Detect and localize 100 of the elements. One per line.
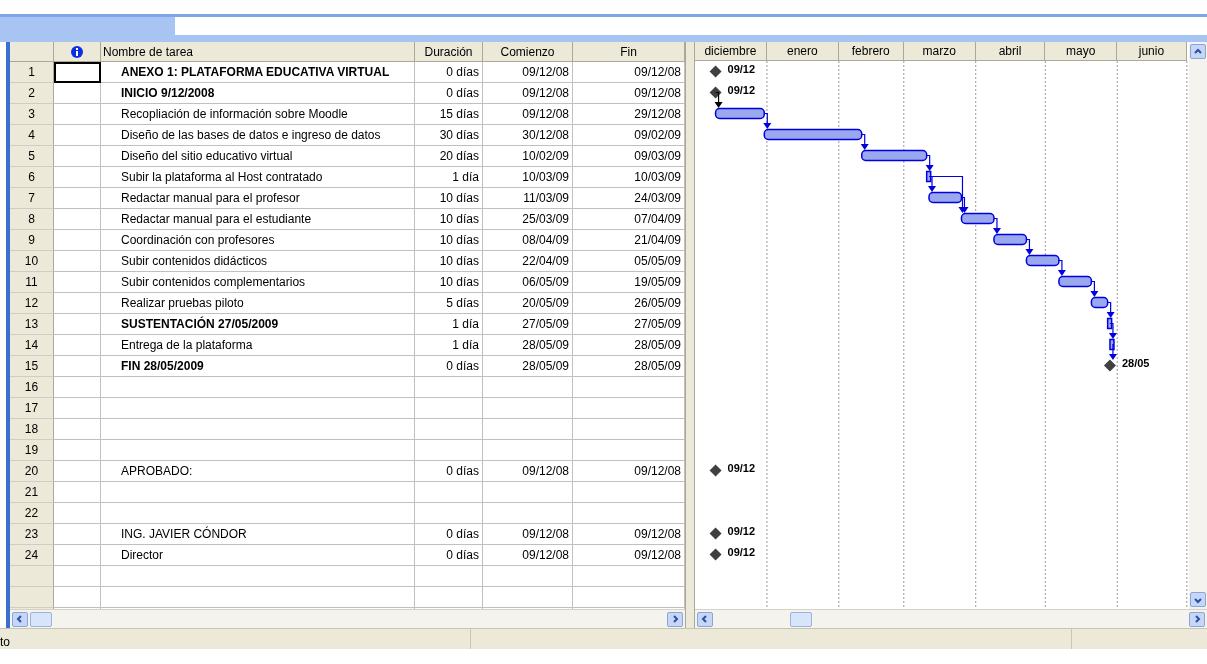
duration-cell: 1 día (415, 167, 483, 188)
empty-cell[interactable] (415, 503, 483, 524)
start-cell: 09/12/08 (483, 461, 573, 482)
row-number[interactable]: 22 (10, 503, 54, 524)
duration-cell: 5 días (415, 293, 483, 314)
empty-cell[interactable] (415, 587, 483, 608)
row-number[interactable]: 4 (10, 125, 54, 146)
row-number[interactable]: 1 (10, 62, 54, 83)
empty-cell[interactable] (483, 377, 573, 398)
column-header[interactable]: Fin (573, 42, 685, 62)
empty-cell[interactable] (415, 482, 483, 503)
column-header[interactable]: Duración (415, 42, 483, 62)
month-header: abril (975, 42, 1046, 62)
row-number[interactable]: 23 (10, 524, 54, 545)
row-number[interactable]: 9 (10, 230, 54, 251)
scroll-thumb[interactable] (30, 611, 52, 627)
row-number[interactable]: 13 (10, 314, 54, 335)
row-number[interactable]: 11 (10, 272, 54, 293)
start-cell: 28/05/09 (483, 335, 573, 356)
empty-cell[interactable] (101, 587, 415, 608)
empty-cell[interactable] (483, 419, 573, 440)
empty-cell[interactable] (483, 482, 573, 503)
scroll-down-button[interactable] (1190, 592, 1206, 607)
row-number[interactable]: 24 (10, 545, 54, 566)
empty-cell[interactable] (101, 482, 415, 503)
scroll-right-button[interactable] (667, 611, 683, 627)
milestone-icon (709, 527, 722, 540)
column-header[interactable]: Nombre de tarea (101, 42, 415, 62)
row-number[interactable]: 3 (10, 104, 54, 125)
task-name: ING. JAVIER CÓNDOR (101, 524, 415, 545)
scroll-right-button[interactable] (1189, 611, 1205, 627)
row-number[interactable]: 6 (10, 167, 54, 188)
empty-cell[interactable] (101, 440, 415, 461)
row-number[interactable]: 5 (10, 146, 54, 167)
task-bar (1106, 318, 1113, 330)
start-cell: 30/12/08 (483, 125, 573, 146)
start-cell: 28/05/09 (483, 356, 573, 377)
start-cell: 22/04/09 (483, 251, 573, 272)
status-text: to (0, 629, 471, 649)
duration-cell: 10 días (415, 251, 483, 272)
empty-cell[interactable] (483, 440, 573, 461)
row-number[interactable]: 2 (10, 83, 54, 104)
row-number[interactable]: 14 (10, 335, 54, 356)
duration-cell: 15 días (415, 104, 483, 125)
duration-cell: 1 día (415, 335, 483, 356)
empty-cell[interactable] (415, 440, 483, 461)
task-bar (1090, 297, 1109, 309)
task-bar (714, 108, 766, 120)
empty-cell[interactable] (101, 377, 415, 398)
column-header[interactable]: Comienzo (483, 42, 573, 62)
empty-cell[interactable] (101, 419, 415, 440)
start-cell: 09/12/08 (483, 62, 573, 83)
task-name: Realizar pruebas piloto (101, 293, 415, 314)
empty-cell[interactable] (101, 503, 415, 524)
empty-cell[interactable] (101, 398, 415, 419)
row-number[interactable]: 21 (10, 482, 54, 503)
row-number[interactable]: 20 (10, 461, 54, 482)
empty-cell[interactable] (101, 566, 415, 587)
row-number[interactable]: 16 (10, 377, 54, 398)
milestone-icon (709, 548, 722, 561)
start-cell: 25/03/09 (483, 209, 573, 230)
scroll-up-button[interactable] (1190, 44, 1206, 59)
empty-cell[interactable] (415, 377, 483, 398)
row-number[interactable]: 17 (10, 398, 54, 419)
scroll-thumb[interactable] (790, 611, 812, 627)
task-name: Recopliación de información sobre Moodle (101, 104, 415, 125)
month-header: marzo (903, 42, 976, 62)
empty-cell[interactable] (483, 503, 573, 524)
milestone-date: 09/12 (727, 524, 756, 537)
scroll-left-icon (16, 615, 24, 623)
task-bar (1109, 339, 1115, 351)
info-icon (71, 45, 83, 58)
month-header: febrero (838, 42, 904, 62)
empty-cell[interactable] (483, 587, 573, 608)
task-name: Subir la plataforma al Host contratado (101, 167, 415, 188)
duration-cell: 0 días (415, 545, 483, 566)
row-number[interactable]: 15 (10, 356, 54, 377)
scroll-up-icon (1194, 47, 1202, 56)
row-number[interactable]: 12 (10, 293, 54, 314)
duration-cell: 0 días (415, 461, 483, 482)
duration-cell: 20 días (415, 146, 483, 167)
start-cell: 20/05/09 (483, 293, 573, 314)
empty-cell[interactable] (483, 566, 573, 587)
entry-field[interactable] (175, 17, 1207, 35)
row-number[interactable]: 10 (10, 251, 54, 272)
scroll-left-button[interactable] (12, 611, 28, 627)
scroll-left-button[interactable] (697, 611, 713, 627)
row-number[interactable]: 8 (10, 209, 54, 230)
row-number[interactable]: 7 (10, 188, 54, 209)
milestone-date: 09/12 (727, 461, 756, 474)
month-header: junio (1117, 42, 1187, 62)
row-header[interactable] (10, 566, 54, 587)
start-cell: 10/02/09 (483, 146, 573, 167)
row-number[interactable]: 19 (10, 440, 54, 461)
empty-cell[interactable] (415, 566, 483, 587)
indicator-cell[interactable] (54, 62, 101, 83)
empty-cell[interactable] (415, 419, 483, 440)
empty-cell[interactable] (415, 398, 483, 419)
row-number[interactable]: 18 (10, 419, 54, 440)
empty-cell[interactable] (483, 398, 573, 419)
